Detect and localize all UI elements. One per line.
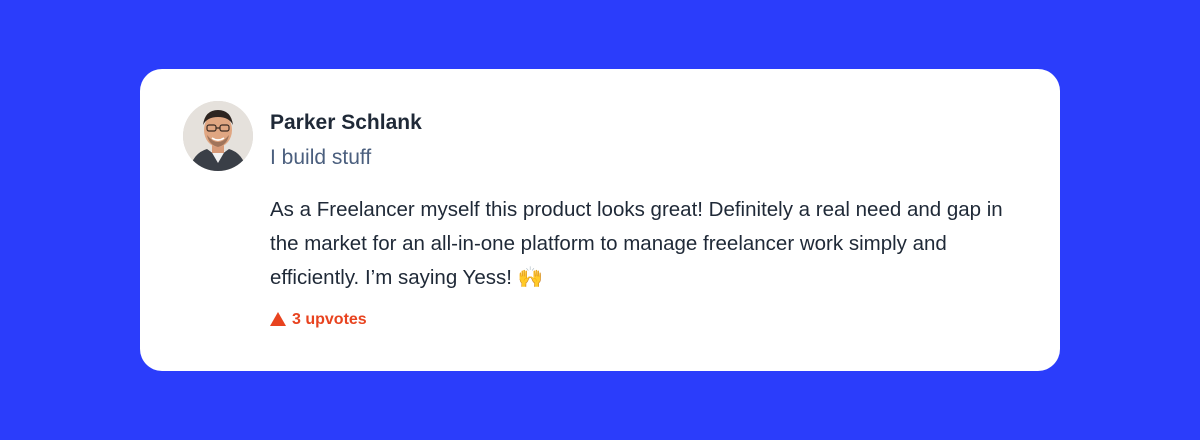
author-tagline: I build stuff (270, 146, 372, 169)
avatar-photo (183, 101, 253, 171)
comment-card: Parker Schlank I build stuff As a Freela… (140, 69, 1060, 371)
comment-content: Parker Schlank I build stuff As a Freela… (270, 109, 1030, 332)
triangle-up-icon (270, 312, 286, 326)
avatar[interactable] (183, 101, 253, 171)
author-name[interactable]: Parker Schlank (270, 109, 1030, 137)
upvote-count: 3 upvotes (292, 311, 367, 328)
upvote-button[interactable]: 3 upvotes (270, 311, 367, 329)
comment-text: As a Freelancer myself this product look… (270, 198, 1003, 289)
